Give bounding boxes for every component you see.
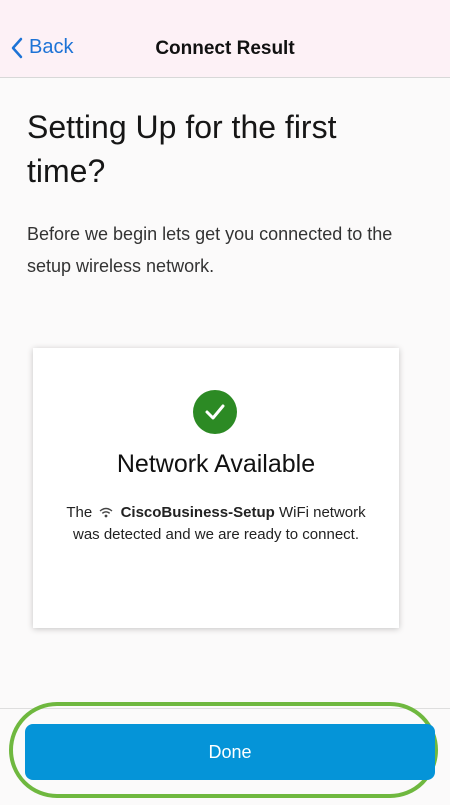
navigation-bar: Back Connect Result (0, 0, 450, 78)
network-available-title: Network Available (116, 450, 316, 478)
done-button[interactable]: Done (25, 724, 435, 780)
page-title: Connect Result (155, 38, 295, 59)
check-icon (193, 390, 237, 434)
wifi-icon (99, 507, 113, 518)
desc-prefix: The (66, 504, 93, 521)
network-status-card: Network Available The CiscoBusiness-Setu… (33, 348, 399, 628)
network-description: The CiscoBusiness-Setup WiFi network was… (61, 502, 371, 546)
connect-result-screen: Back Connect Result Setting Up for the f… (0, 0, 450, 805)
setup-headline: Setting Up for the first time? (27, 109, 337, 189)
network-name: CiscoBusiness-Setup (120, 504, 275, 521)
setup-intro-text: Before we begin lets get you connected t… (27, 224, 393, 276)
